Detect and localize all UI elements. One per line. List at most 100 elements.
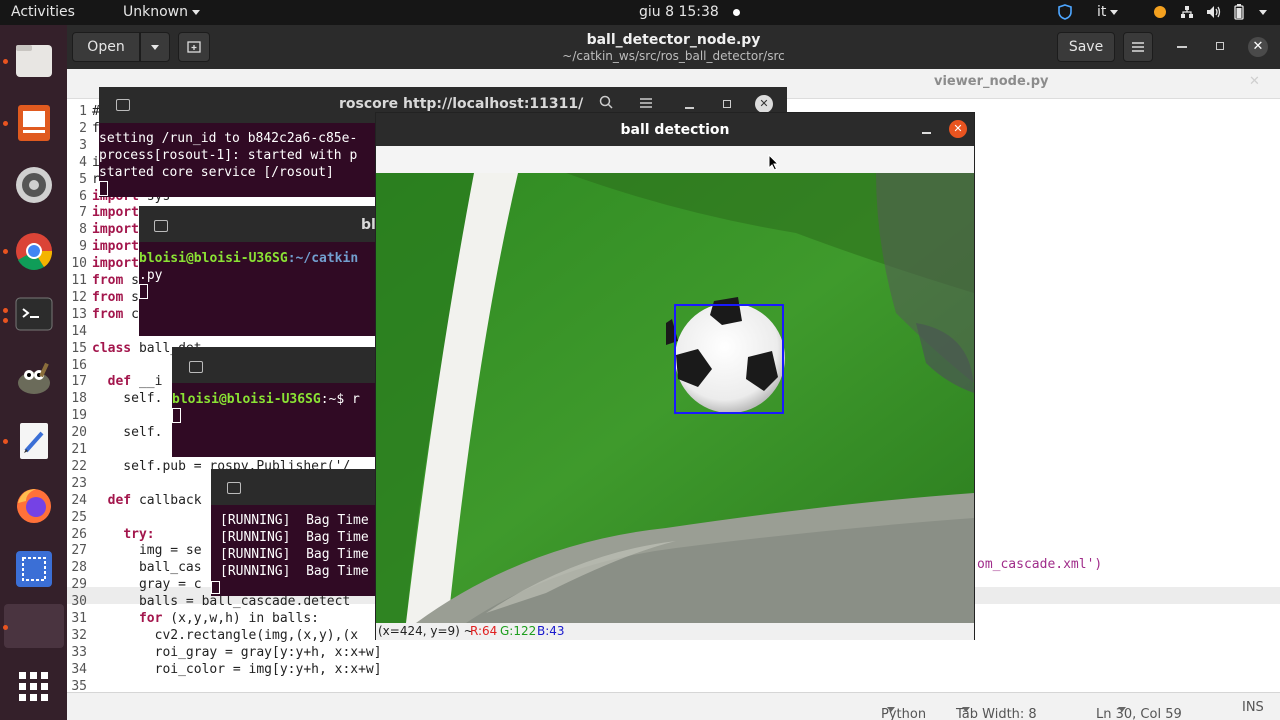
terminal-cursor — [139, 283, 148, 300]
chevron-down-icon — [1118, 707, 1126, 712]
chevron-down-icon — [1259, 9, 1267, 15]
maximize-icon[interactable] — [1216, 42, 1224, 50]
network-icon[interactable] — [1180, 0, 1194, 25]
running-indicator — [3, 59, 8, 64]
line-number: 12 — [71, 289, 87, 305]
window-title: ball detection — [620, 122, 730, 138]
line-number: 3 — [79, 137, 87, 153]
terminal-header — [211, 469, 378, 505]
code-line: self. — [92, 425, 163, 441]
line-number: 33 — [71, 644, 87, 660]
files-icon[interactable] — [12, 39, 56, 83]
terminal-prompt: bloisi@bloisi-U36SG:~/catkin — [139, 250, 358, 267]
code-line: roi_color = img[y:y+h, x:x+w] — [92, 661, 382, 677]
volume-icon[interactable] — [1206, 0, 1222, 25]
tab-close-icon[interactable]: ✕ — [1249, 74, 1260, 89]
battery-icon[interactable] — [1234, 0, 1244, 25]
chevron-down-icon — [962, 707, 970, 712]
close-icon[interactable]: ✕ — [949, 120, 967, 138]
terminal-line: setting /run_id to b842c2a6-c85e- — [99, 131, 358, 146]
camera-image[interactable] — [376, 173, 974, 623]
code-line: from s — [92, 273, 139, 288]
app-menu-label: Unknown — [123, 4, 188, 20]
home-terminal: bloisi@bloisi-U36SG:~$ r — [172, 347, 378, 457]
language-menu[interactable]: it — [1097, 0, 1119, 25]
prompt-rest: :~$ r — [320, 392, 360, 407]
code-line: balls = ball_cascade.detect — [92, 594, 351, 610]
clock[interactable]: giu 8 15:38 — [639, 0, 741, 25]
status-bar: Python Tab Width: 8 Ln 30, Col 59 INS — [67, 692, 1280, 720]
line-number: 28 — [71, 560, 87, 576]
new-tab-icon[interactable] — [116, 99, 130, 111]
minimize-icon[interactable] — [685, 107, 694, 109]
line-number: 23 — [71, 475, 87, 491]
pixel-g-value: G:122 — [500, 624, 537, 638]
code-line: for (x,y,w,h) in balls: — [138, 611, 319, 626]
rosbag-terminal: [RUNNING] Bag Time [RUNNING] Bag Time [R… — [211, 469, 378, 596]
line-number: 11 — [71, 273, 87, 288]
system-menu[interactable] — [1255, 0, 1267, 25]
minimize-icon[interactable] — [922, 132, 931, 134]
line-number: 5 — [79, 171, 87, 187]
terminal-line: [RUNNING] Bag Time — [220, 547, 369, 562]
ball-detection-header: ball detection ✕ — [376, 113, 974, 146]
line-number: 10 — [71, 256, 87, 272]
minimize-icon[interactable] — [1177, 46, 1187, 48]
maximize-icon[interactable] — [723, 100, 731, 108]
line-number: 25 — [71, 509, 87, 525]
terminal-line: .py — [139, 268, 163, 283]
line-number: 8 — [79, 222, 87, 238]
code-line: gray = c — [92, 577, 202, 593]
line-number: 34 — [71, 661, 87, 677]
line-number: 2 — [79, 120, 87, 136]
new-tab-icon[interactable] — [227, 482, 241, 494]
mouse-pointer-icon — [768, 154, 780, 171]
search-icon[interactable] — [599, 95, 613, 113]
new-tab-icon[interactable] — [189, 361, 203, 373]
shield-icon[interactable] — [1058, 0, 1072, 25]
chevron-down-icon — [1110, 9, 1119, 15]
close-icon[interactable]: ✕ — [755, 95, 773, 113]
terminal-cursor — [211, 579, 220, 596]
top-bar: Activities Unknown giu 8 15:38 it — [0, 0, 1280, 25]
pixel-b-value: B:43 — [537, 624, 565, 638]
terminal-title: bl — [361, 217, 376, 233]
cursor-position-label: Ln 30, Col 59 — [1096, 707, 1182, 720]
line-number: 30 — [71, 594, 87, 610]
code-line: import — [92, 222, 139, 238]
line-number: 15 — [71, 340, 87, 356]
terminal-cursor — [172, 407, 181, 424]
hamburger-menu-icon[interactable] — [639, 97, 653, 113]
gedit-header-bar: Open ball_detector_node.py ~/catkin_ws/s… — [67, 25, 1280, 69]
terminal-cursor — [99, 180, 108, 197]
code-line: import — [92, 239, 139, 255]
running-indicator — [3, 625, 8, 630]
activities-button[interactable]: Activities — [11, 0, 75, 25]
line-number: 22 — [71, 458, 87, 474]
hamburger-menu-icon[interactable] — [1123, 32, 1153, 62]
terminal-header: bl — [139, 206, 379, 242]
app-menu[interactable]: Unknown — [123, 0, 200, 25]
line-number: 27 — [71, 543, 87, 559]
save-button[interactable]: Save — [1057, 32, 1115, 62]
tab-label: viewer_node.py — [934, 74, 1049, 89]
line-number: 18 — [71, 391, 87, 407]
code-line: try: — [123, 526, 155, 542]
update-indicator-icon[interactable] — [1154, 0, 1166, 25]
code-line: self. — [92, 391, 163, 407]
terminal-line: started core service [/rosout] — [99, 165, 334, 180]
code-line: img = se — [92, 543, 202, 559]
running-indicator — [3, 121, 8, 126]
line-number: 1 — [79, 104, 87, 119]
pixel-coordinates: (x=424, y=9) ~ — [378, 624, 474, 638]
line-number: 24 — [71, 492, 87, 508]
line-number: 20 — [71, 425, 87, 441]
new-tab-icon[interactable] — [154, 220, 168, 232]
terminal-line: [RUNNING] Bag Time — [220, 564, 369, 579]
code-line: import — [92, 205, 139, 221]
close-icon[interactable]: ✕ — [1248, 37, 1268, 57]
chevron-down-icon — [192, 9, 200, 15]
line-number: 16 — [71, 357, 87, 373]
code-line: from s — [92, 289, 139, 305]
code-line: def __i — [107, 374, 163, 390]
